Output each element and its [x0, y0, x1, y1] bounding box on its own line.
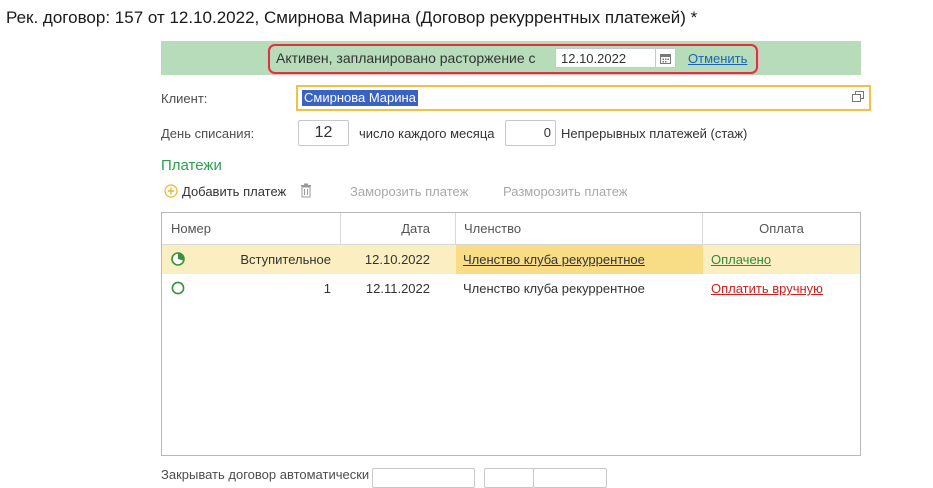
streak-input[interactable]: 0: [505, 120, 556, 146]
cancel-termination-link[interactable]: Отменить: [688, 51, 747, 66]
cell-payment[interactable]: Оплатить вручную: [711, 274, 823, 303]
debit-day-input[interactable]: 12: [298, 120, 349, 146]
clock-circle-icon: [171, 252, 185, 266]
membership-link[interactable]: Членство клуба рекуррентное: [463, 252, 645, 267]
delete-button[interactable]: [299, 183, 313, 198]
client-label: Клиент:: [161, 91, 208, 106]
status-text: Активен, запланировано расторжение с: [276, 50, 536, 66]
payments-section-title: Платежи: [161, 157, 222, 174]
table-header: Номер Дата Членство Оплата: [162, 213, 860, 245]
column-divider: [340, 213, 341, 244]
column-header-payment[interactable]: Оплата: [703, 213, 860, 244]
cell-membership[interactable]: Членство клуба рекуррентное: [456, 245, 703, 274]
add-payment-label[interactable]: Добавить платеж: [182, 184, 286, 199]
column-header-number[interactable]: Номер: [171, 213, 211, 244]
auto-close-field[interactable]: [533, 468, 607, 488]
unfreeze-payment-button[interactable]: Разморозить платеж: [503, 184, 627, 199]
circle-outline-icon: [171, 281, 185, 295]
debit-day-suffix: число каждого месяца: [359, 126, 495, 141]
freeze-payment-button[interactable]: Заморозить платеж: [350, 184, 468, 199]
termination-date-input[interactable]: 12.10.2022: [555, 48, 656, 68]
auto-close-field[interactable]: [372, 468, 475, 488]
cell-date: 12.11.2022: [365, 281, 430, 296]
window-title: Рек. договор: 157 от 12.10.2022, Смирнов…: [6, 8, 698, 27]
table-row[interactable]: 1 12.11.2022 Членство клуба рекуррентное…: [162, 274, 860, 303]
payments-table[interactable]: Номер Дата Членство Оплата Вступительное…: [161, 212, 861, 456]
status-icon-cell: [171, 245, 187, 274]
cell-date: 12.10.2022: [364, 252, 430, 267]
cell-payment[interactable]: Оплачено: [711, 245, 771, 274]
auto-close-field[interactable]: [484, 468, 534, 488]
trash-icon: [301, 183, 311, 198]
auto-close-label: Закрывать договор автоматически: [161, 467, 370, 482]
column-header-membership[interactable]: Членство: [464, 213, 521, 244]
column-header-date[interactable]: Дата: [340, 213, 455, 244]
client-value[interactable]: Смирнова Марина: [302, 90, 418, 106]
cell-number: 1: [323, 281, 331, 296]
debit-day-label: День списания:: [161, 126, 255, 141]
table-row[interactable]: Вступительное 12.10.2022 Членство клуба …: [162, 245, 860, 274]
streak-label: Непрерывных платежей (стаж): [561, 126, 748, 141]
column-divider: [455, 213, 456, 244]
paid-link[interactable]: Оплачено: [711, 252, 771, 267]
cell-membership: Членство клуба рекуррентное: [463, 281, 645, 296]
open-form-icon[interactable]: [852, 91, 864, 103]
plus-circle-icon: [164, 184, 178, 198]
add-payment-button[interactable]: [164, 184, 178, 198]
pay-manually-link[interactable]: Оплатить вручную: [711, 281, 823, 296]
status-icon-cell: [171, 274, 187, 303]
column-divider: [702, 213, 703, 244]
calendar-icon: [660, 53, 671, 64]
cell-number: Вступительное: [240, 252, 331, 267]
calendar-button[interactable]: [656, 48, 676, 68]
